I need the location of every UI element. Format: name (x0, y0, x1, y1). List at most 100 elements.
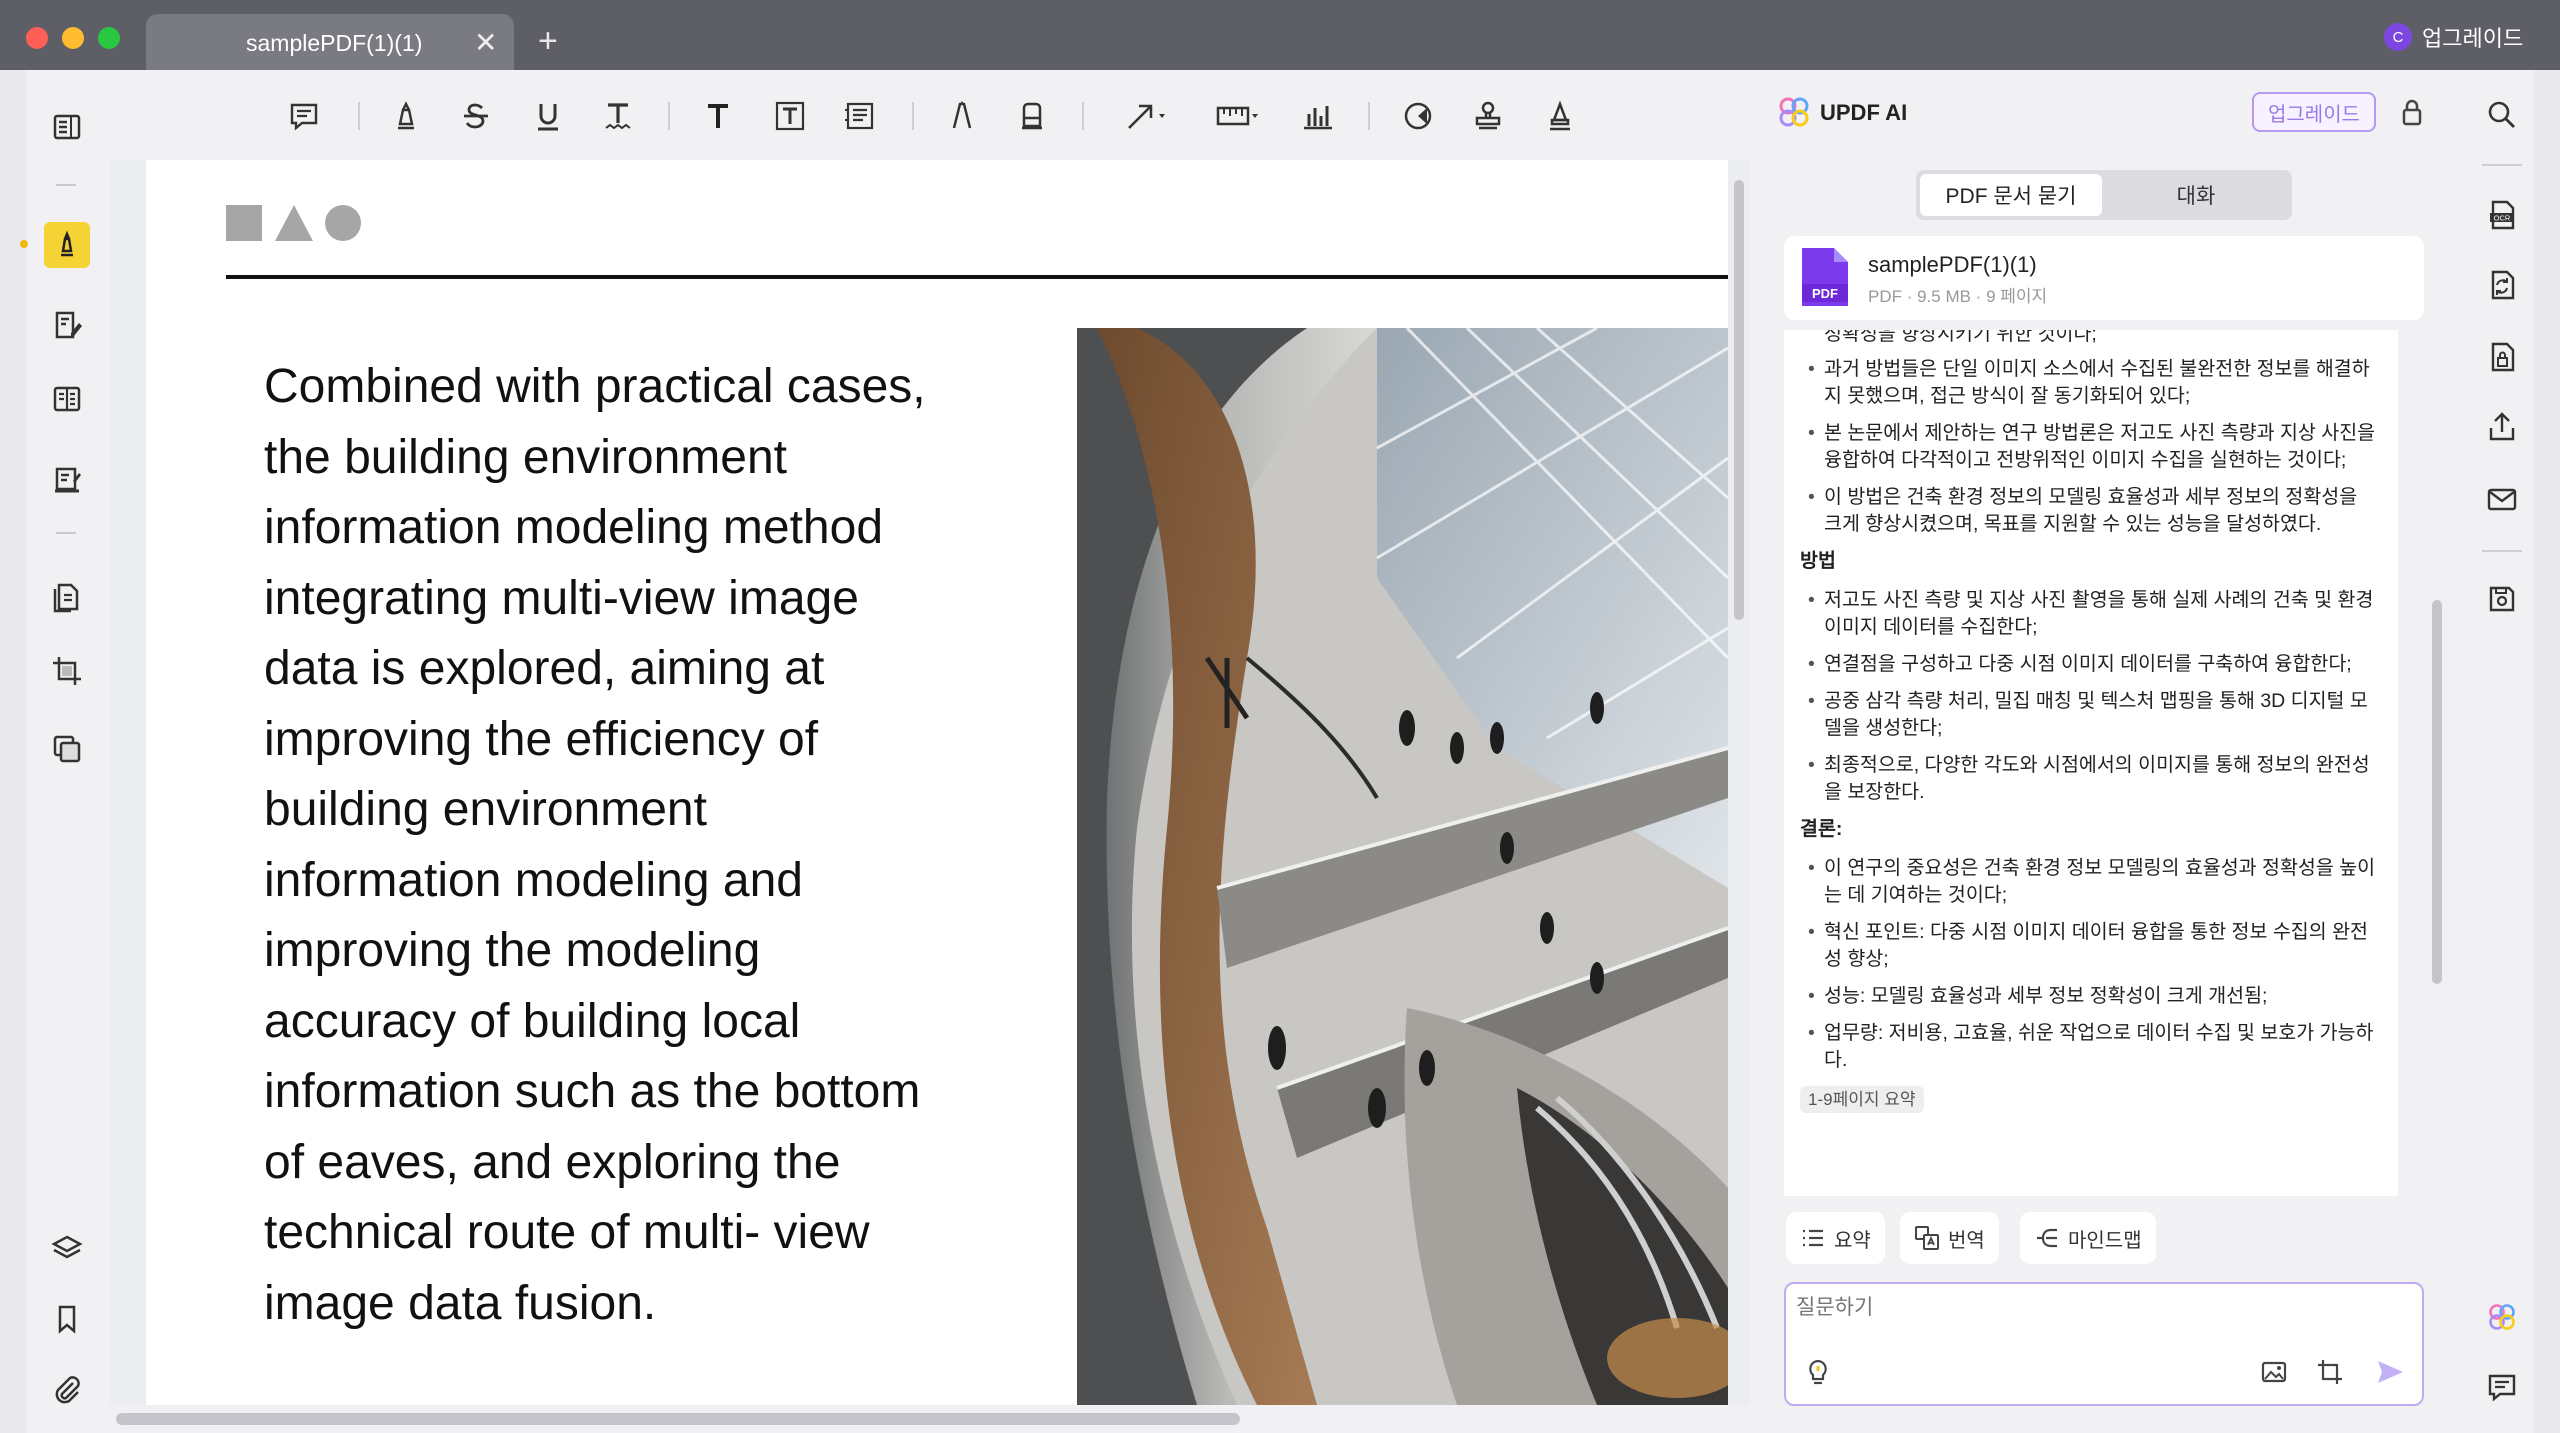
search-button[interactable] (2474, 90, 2530, 140)
body-line: improving the modeling (264, 924, 761, 977)
list-item: 혁신 포인트: 다중 시점 이미지 데이터 융합을 통한 정보 수집의 완전성 … (1800, 919, 2378, 973)
body-line: information such as the bottom (264, 1065, 921, 1118)
chart-tool[interactable] (1296, 94, 1340, 138)
text-icon (708, 104, 728, 128)
summary-button[interactable]: 요약 (1786, 1212, 1885, 1264)
bookmark-icon (58, 1305, 76, 1334)
translate-button[interactable]: 번역 (1900, 1212, 1999, 1264)
share-button[interactable] (2474, 402, 2530, 452)
bookmark-button[interactable] (44, 1296, 90, 1342)
protect-file-icon (2491, 342, 2515, 372)
new-tab-button[interactable]: + (538, 22, 558, 61)
zoom-window-button[interactable] (98, 27, 120, 49)
crop-mode-button[interactable] (44, 648, 90, 694)
body-line: building environment (264, 783, 707, 836)
prompt-ideas-button[interactable] (1800, 1354, 1836, 1390)
convert-button[interactable] (2474, 260, 2530, 310)
eraser-icon (1022, 102, 1042, 130)
attach-image-button[interactable] (2256, 1354, 2292, 1390)
list-item: 본 논문에서 제안하는 연구 방법론은 저고도 사진 측량과 지상 사진을 융합… (1800, 420, 2378, 474)
tab-chat[interactable]: 대화 (2104, 174, 2288, 216)
form-mode-button[interactable] (44, 376, 90, 422)
highlight-tool[interactable] (384, 94, 428, 138)
organize-mode-button[interactable] (44, 456, 90, 502)
email-button[interactable] (2474, 474, 2530, 524)
document-horizontal-scrollbar[interactable] (116, 1413, 1240, 1425)
architecture-photo (1077, 328, 1728, 1405)
toolbar-divider (358, 102, 360, 130)
batch-mode-button[interactable] (44, 726, 90, 772)
attached-file-card[interactable] (1784, 236, 2424, 320)
toolbar-divider (1368, 102, 1370, 130)
page-body-text: Combined with practical cases, the build… (264, 352, 984, 1339)
toolbar-divider (1082, 102, 1084, 130)
list-item: 과거 방법들은 단일 이미지 소스에서 수집된 불완전한 정보를 해결하지 못했… (1800, 356, 2378, 410)
share-icon (2489, 412, 2515, 441)
shape-tool[interactable] (1396, 94, 1440, 138)
pencil-tool[interactable] (940, 94, 984, 138)
underline-tool[interactable] (526, 94, 570, 138)
underline-icon (538, 104, 558, 131)
ruler-icon (1216, 106, 1258, 126)
strikethrough-icon (464, 103, 488, 129)
arrow-tool-dropdown[interactable] (1120, 94, 1174, 138)
note-icon (290, 103, 318, 131)
ai-upgrade-button[interactable]: 업그레이드 (2252, 92, 2376, 132)
list-item: 공중 삼각 측량 처리, 밀집 매칭 및 텍스처 맵핑을 통해 3D 디지털 모… (1800, 688, 2378, 742)
edit-pdf-icon (55, 311, 82, 339)
pages-icon (53, 583, 79, 613)
screenshot-button[interactable] (2312, 1354, 2348, 1390)
protect-button[interactable] (2474, 332, 2530, 382)
list-item: 연결점을 구성하고 다중 시점 이미지 데이터를 구축하여 융합한다; (1800, 651, 2378, 678)
strikethrough-tool[interactable] (454, 94, 498, 138)
squiggly-tool[interactable] (596, 94, 640, 138)
tab-title: samplePDF(1)(1) (246, 30, 423, 56)
reader-mode-button[interactable] (44, 104, 90, 150)
minimize-window-button[interactable] (62, 27, 84, 49)
close-window-button[interactable] (26, 27, 48, 49)
note-tool[interactable] (282, 94, 326, 138)
summary-label: 요약 (1834, 1229, 1871, 1252)
section-heading-method: 방법 (1800, 550, 1836, 572)
signature-tool[interactable] (1538, 94, 1582, 138)
document-vertical-scrollbar[interactable] (1734, 180, 1744, 620)
account-upgrade[interactable]: C 업그레이드 (2384, 22, 2523, 52)
file-meta: PDF · 9.5 MB · 9 페이지 (1868, 287, 2048, 306)
send-button[interactable] (2372, 1354, 2408, 1390)
convert-mode-button[interactable] (44, 574, 90, 620)
comment-icon (2488, 1374, 2516, 1402)
tab-pdf-question[interactable]: PDF 문서 묻기 (1920, 174, 2102, 216)
eraser-tool[interactable] (1010, 94, 1054, 138)
active-indicator (20, 240, 28, 248)
list-item: 저고도 사진 측량 및 지상 사진 촬영을 통해 실제 사례의 건축 및 환경 … (1800, 587, 2378, 641)
lightbulb-icon (1809, 1359, 1827, 1385)
tab-close-icon[interactable]: ✕ (474, 26, 497, 59)
measure-tool-dropdown[interactable] (1210, 94, 1266, 138)
ai-assistant-button[interactable] (2474, 1292, 2530, 1342)
text-box-tool[interactable] (768, 94, 812, 138)
stamp-tool[interactable] (1466, 94, 1510, 138)
page-reference-badge[interactable]: 1-9페이지 요약 (1800, 1086, 1924, 1113)
edit-mode-button[interactable] (44, 302, 90, 348)
paperclip-icon (55, 1376, 80, 1404)
lock-icon[interactable] (2394, 94, 2430, 130)
text-callout-icon (845, 102, 874, 130)
image-icon (2261, 1361, 2287, 1383)
text-tool[interactable] (696, 94, 740, 138)
layers-button[interactable] (44, 1226, 90, 1272)
text-callout-tool[interactable] (838, 94, 882, 138)
ocr-button[interactable]: OCR (2474, 190, 2530, 240)
ai-response-area[interactable]: 정확성을 향상시키기 위한 것이다; 과거 방법들은 단일 이미지 소스에서 수… (1784, 330, 2398, 1196)
attachment-button[interactable] (44, 1366, 90, 1412)
body-line: information modeling method (264, 501, 884, 554)
body-line: improving the efficiency of (264, 712, 819, 766)
mindmap-button[interactable]: 마인드맵 (2020, 1212, 2156, 1264)
copy-icon (53, 735, 81, 763)
chat-scrollbar[interactable] (2432, 600, 2442, 984)
save-button[interactable] (2474, 574, 2530, 624)
comment-mode-button[interactable] (44, 222, 90, 268)
question-input[interactable] (1796, 1296, 2396, 1320)
comments-list-button[interactable] (2474, 1362, 2530, 1412)
section-heading-conclusion: 결론: (1800, 818, 1843, 840)
updf-ai-logo-icon (1779, 97, 1809, 127)
